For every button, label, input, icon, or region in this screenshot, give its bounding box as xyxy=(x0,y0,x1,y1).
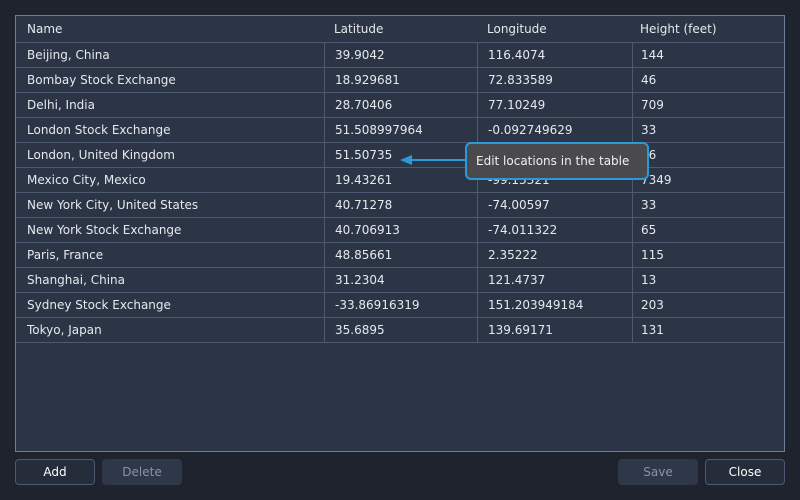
cell-longitude[interactable]: -0.092749629 xyxy=(477,118,632,142)
tooltip-text: Edit locations in the table xyxy=(476,154,630,168)
cell-name[interactable]: London, United Kingdom xyxy=(16,143,324,167)
cell-height[interactable]: 33 xyxy=(632,193,784,217)
column-header-latitude[interactable]: Latitude xyxy=(324,16,477,42)
cell-height[interactable]: 7349 xyxy=(632,168,784,192)
cell-longitude[interactable]: -74.00597 xyxy=(477,193,632,217)
cell-longitude[interactable]: 121.4737 xyxy=(477,268,632,292)
cell-latitude[interactable]: 40.71278 xyxy=(324,193,477,217)
column-header-name[interactable]: Name xyxy=(16,16,324,42)
cell-latitude[interactable]: 39.9042 xyxy=(324,43,477,67)
cell-name[interactable]: Shanghai, China xyxy=(16,268,324,292)
table-header: Name Latitude Longitude Height (feet) xyxy=(16,16,784,43)
cell-name[interactable]: London Stock Exchange xyxy=(16,118,324,142)
table-row[interactable]: Shanghai, China 31.2304 121.4737 13 xyxy=(16,268,784,293)
table-row[interactable]: Tokyo, Japan 35.6895 139.69171 131 xyxy=(16,318,784,343)
cell-latitude[interactable]: 35.6895 xyxy=(324,318,477,342)
tooltip: Edit locations in the table xyxy=(465,142,649,180)
cell-latitude[interactable]: 51.508997964 xyxy=(324,118,477,142)
cell-latitude[interactable]: 40.706913 xyxy=(324,218,477,242)
cell-longitude[interactable]: -74.011322 xyxy=(477,218,632,242)
cell-name[interactable]: Delhi, India xyxy=(16,93,324,117)
table-row[interactable]: Mexico City, Mexico 19.43261 -99.13321 7349 xyxy=(16,168,784,193)
cell-height[interactable]: 144 xyxy=(632,43,784,67)
column-header-longitude[interactable]: Longitude xyxy=(477,16,632,42)
cell-name[interactable]: Tokyo, Japan xyxy=(16,318,324,342)
cell-latitude[interactable]: -33.86916319 xyxy=(324,293,477,317)
cell-longitude[interactable]: 139.69171 xyxy=(477,318,632,342)
cell-name[interactable]: Sydney Stock Exchange xyxy=(16,293,324,317)
cell-name[interactable]: Bombay Stock Exchange xyxy=(16,68,324,92)
cell-name[interactable]: Beijing, China xyxy=(16,43,324,67)
cell-latitude[interactable]: 19.43261 xyxy=(324,168,477,192)
cell-longitude[interactable]: 116.4074 xyxy=(477,43,632,67)
tooltip-arrow-icon xyxy=(400,155,466,165)
table-row[interactable]: Paris, France 48.85661 2.35222 115 xyxy=(16,243,784,268)
cell-height[interactable]: 33 xyxy=(632,118,784,142)
save-button[interactable]: Save xyxy=(618,459,698,485)
add-button[interactable]: Add xyxy=(15,459,95,485)
cell-latitude[interactable]: 31.2304 xyxy=(324,268,477,292)
close-button[interactable]: Close xyxy=(705,459,785,485)
locations-table[interactable]: Name Latitude Longitude Height (feet) Be… xyxy=(15,15,785,452)
delete-button[interactable]: Delete xyxy=(102,459,182,485)
cell-longitude[interactable]: 151.203949184 xyxy=(477,293,632,317)
table-row[interactable]: New York Stock Exchange 40.706913 -74.0113… xyxy=(16,218,784,243)
cell-latitude[interactable]: 28.70406 xyxy=(324,93,477,117)
cell-height[interactable]: 709 xyxy=(632,93,784,117)
cell-height[interactable]: 13 xyxy=(632,268,784,292)
cell-latitude[interactable]: 48.85661 xyxy=(324,243,477,267)
cell-latitude[interactable]: 18.929681 xyxy=(324,68,477,92)
table-row[interactable]: Sydney Stock Exchange -33.86916319 151.203… xyxy=(16,293,784,318)
cell-longitude[interactable]: 2.35222 xyxy=(477,243,632,267)
table-row[interactable]: London Stock Exchange 51.508997964 -0.0927… xyxy=(16,118,784,143)
table-row[interactable]: New York City, United States 40.71278 -74.… xyxy=(16,193,784,218)
cell-height[interactable]: 65 xyxy=(632,218,784,242)
cell-name[interactable]: New York City, United States xyxy=(16,193,324,217)
table-row[interactable]: Bombay Stock Exchange 18.929681 72.833589 4… xyxy=(16,68,784,93)
cell-name[interactable]: Mexico City, Mexico xyxy=(16,168,324,192)
cell-name[interactable]: Paris, France xyxy=(16,243,324,267)
table-row[interactable]: Beijing, China 39.9042 116.4074 144 xyxy=(16,43,784,68)
table-row[interactable]: Delhi, India 28.70406 77.10249 709 xyxy=(16,93,784,118)
cell-longitude[interactable]: 72.833589 xyxy=(477,68,632,92)
cell-height[interactable]: 131 xyxy=(632,318,784,342)
cell-height[interactable]: 36 xyxy=(632,143,784,167)
cell-height[interactable]: 203 xyxy=(632,293,784,317)
cell-longitude[interactable]: 77.10249 xyxy=(477,93,632,117)
cell-height[interactable]: 46 xyxy=(632,68,784,92)
cell-height[interactable]: 115 xyxy=(632,243,784,267)
column-header-height[interactable]: Height (feet) xyxy=(632,16,784,42)
cell-name[interactable]: New York Stock Exchange xyxy=(16,218,324,242)
